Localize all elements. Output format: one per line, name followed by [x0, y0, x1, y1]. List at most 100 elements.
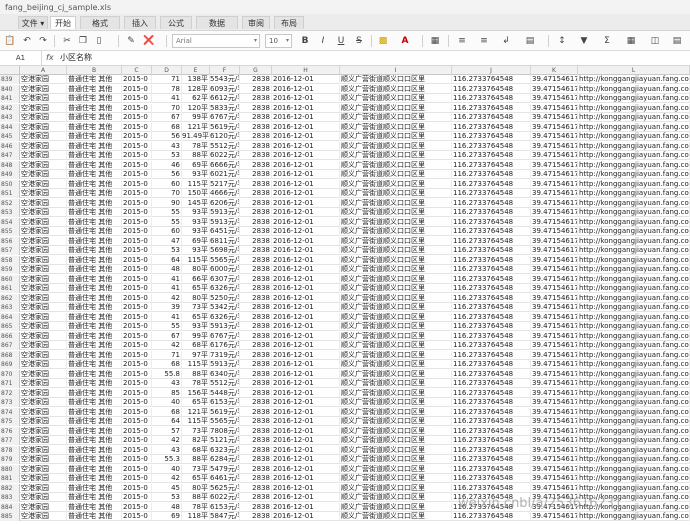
cell-f[interactable]: 6767元/平 — [210, 113, 240, 122]
cell-g[interactable]: 2838 — [240, 94, 272, 103]
cell-g[interactable]: 2838 — [240, 312, 272, 322]
cell-e[interactable]: 115平 — [182, 417, 210, 426]
cell-h[interactable]: 2016-12-01 — [272, 322, 340, 331]
font-family-select[interactable]: Arial ▾ — [172, 34, 260, 48]
cell-j[interactable]: 116.2733764548 — [452, 322, 531, 331]
row-number[interactable]: 877 — [0, 436, 20, 445]
cell-c[interactable]: 2015-0 — [122, 455, 152, 464]
row-number[interactable]: 856 — [0, 236, 20, 246]
cell-j[interactable]: 116.2733764548 — [452, 217, 531, 227]
cell-d[interactable]: 70 — [152, 189, 182, 198]
freeze-panes-icon[interactable]: ◫ — [648, 34, 662, 48]
cell-k[interactable]: 39.4715461731 — [531, 398, 578, 407]
cell-g[interactable]: 2838 — [240, 75, 272, 84]
cell-c[interactable]: 2015-0 — [122, 274, 152, 284]
cell-h[interactable]: 2016-12-01 — [272, 236, 340, 246]
cell-i[interactable]: 顺义广营街道顺义口口区里 — [340, 217, 452, 227]
cell-b[interactable]: 普通住宅 其他 — [67, 84, 122, 94]
cell-k[interactable]: 39.4715461731 — [531, 179, 578, 189]
cell-g[interactable]: 2838 — [240, 512, 272, 521]
cell-j[interactable]: 116.2733764548 — [452, 284, 531, 293]
cell-c[interactable]: 2015-0 — [122, 227, 152, 236]
row-number[interactable]: 857 — [0, 246, 20, 255]
cell-k[interactable]: 39.4715461731 — [531, 151, 578, 160]
cell-j[interactable]: 116.2733764548 — [452, 474, 531, 483]
cell-f[interactable]: 5619元/平 — [210, 407, 240, 417]
cell-j[interactable]: 116.2733764548 — [452, 84, 531, 94]
cell-l[interactable]: http://konggangjiayuan.fang.com/ — [578, 132, 690, 141]
column-header-f[interactable]: F — [210, 66, 240, 75]
borders-icon[interactable]: ▦ — [428, 34, 442, 48]
cell-k[interactable]: 39.4715461731 — [531, 455, 578, 464]
cell-i[interactable]: 顺义广营街道顺义口口区里 — [340, 388, 452, 398]
cell-a[interactable]: 空港家园 — [20, 274, 67, 284]
cell-d[interactable]: 55 — [152, 322, 182, 331]
cell-d[interactable]: 64 — [152, 417, 182, 426]
row-number[interactable]: 864 — [0, 312, 20, 322]
cell-e[interactable]: 80平 — [182, 265, 210, 274]
cell-c[interactable]: 2015-0 — [122, 331, 152, 341]
cell-d[interactable]: 56 — [152, 170, 182, 179]
cell-h[interactable]: 2016-12-01 — [272, 113, 340, 122]
cell-e[interactable]: 93平 — [182, 227, 210, 236]
cell-l[interactable]: http://konggangjiayuan.fang.com/ — [578, 265, 690, 274]
row-number[interactable]: 875 — [0, 417, 20, 426]
cut-icon[interactable]: ✂ — [60, 34, 74, 48]
cell-b[interactable]: 普通住宅 其他 — [67, 217, 122, 227]
cell-k[interactable]: 39.4715461731 — [531, 274, 578, 284]
cell-e[interactable]: 145平 — [182, 198, 210, 208]
cell-h[interactable]: 2016-12-01 — [272, 75, 340, 84]
font-size-select[interactable]: 10 ▾ — [265, 34, 292, 48]
cell-h[interactable]: 2016-12-01 — [272, 369, 340, 379]
cell-h[interactable]: 2016-12-01 — [272, 407, 340, 417]
cell-j[interactable]: 116.2733764548 — [452, 483, 531, 493]
row-number[interactable]: 878 — [0, 445, 20, 455]
clear-format-icon[interactable]: ❌ — [142, 34, 156, 48]
cell-k[interactable]: 39.4715461731 — [531, 293, 578, 303]
cell-g[interactable]: 2838 — [240, 436, 272, 445]
cell-b[interactable]: 普通住宅 其他 — [67, 464, 122, 474]
row-number[interactable]: 845 — [0, 132, 20, 141]
cell-i[interactable]: 顺义广营街道顺义口口区里 — [340, 341, 452, 350]
cell-i[interactable]: 顺义广营街道顺义口口区里 — [340, 141, 452, 151]
cell-h[interactable]: 2016-12-01 — [272, 502, 340, 512]
row-number[interactable]: 849 — [0, 170, 20, 179]
cell-i[interactable]: 顺义广营街道顺义口口区里 — [340, 464, 452, 474]
cell-b[interactable]: 普通住宅 其他 — [67, 398, 122, 407]
cell-d[interactable]: 42 — [152, 436, 182, 445]
cell-h[interactable]: 2016-12-01 — [272, 512, 340, 521]
cell-k[interactable]: 39.4715461731 — [531, 464, 578, 474]
cell-j[interactable]: 116.2733764548 — [452, 132, 531, 141]
cell-g[interactable]: 2838 — [240, 84, 272, 94]
cell-k[interactable]: 39.4715461731 — [531, 379, 578, 388]
cell-d[interactable]: 42 — [152, 341, 182, 350]
cell-c[interactable]: 2015-0 — [122, 350, 152, 360]
cell-j[interactable]: 116.2733764548 — [452, 227, 531, 236]
cell-c[interactable]: 2015-0 — [122, 160, 152, 170]
cell-i[interactable]: 顺义广营街道顺义口口区里 — [340, 493, 452, 502]
cell-c[interactable]: 2015-0 — [122, 141, 152, 151]
cell-l[interactable]: http://konggangjiayuan.fang.com/ — [578, 208, 690, 217]
row-number[interactable]: 871 — [0, 379, 20, 388]
cell-i[interactable]: 顺义广营街道顺义口口区里 — [340, 331, 452, 341]
cell-b[interactable]: 普通住宅 其他 — [67, 493, 122, 502]
cell-f[interactable]: 6326元/平 — [210, 284, 240, 293]
cell-g[interactable]: 2838 — [240, 483, 272, 493]
cell-d[interactable]: 53 — [152, 151, 182, 160]
cell-b[interactable]: 普通住宅 其他 — [67, 369, 122, 379]
cell-l[interactable]: http://konggangjiayuan.fang.com/ — [578, 170, 690, 179]
cell-e[interactable]: 93平 — [182, 170, 210, 179]
cell-c[interactable]: 2015-0 — [122, 170, 152, 179]
cell-d[interactable]: 40 — [152, 398, 182, 407]
cell-g[interactable]: 2838 — [240, 113, 272, 122]
cell-j[interactable]: 116.2733764548 — [452, 369, 531, 379]
cell-a[interactable]: 空港家园 — [20, 436, 67, 445]
cell-d[interactable]: 67 — [152, 331, 182, 341]
row-number[interactable]: 885 — [0, 512, 20, 521]
column-header-h[interactable]: H — [272, 66, 340, 75]
row-number[interactable]: 839 — [0, 75, 20, 84]
column-header-e[interactable]: E — [182, 66, 210, 75]
cell-g[interactable]: 2838 — [240, 369, 272, 379]
row-number[interactable]: 865 — [0, 322, 20, 331]
cell-c[interactable]: 2015-0 — [122, 75, 152, 84]
